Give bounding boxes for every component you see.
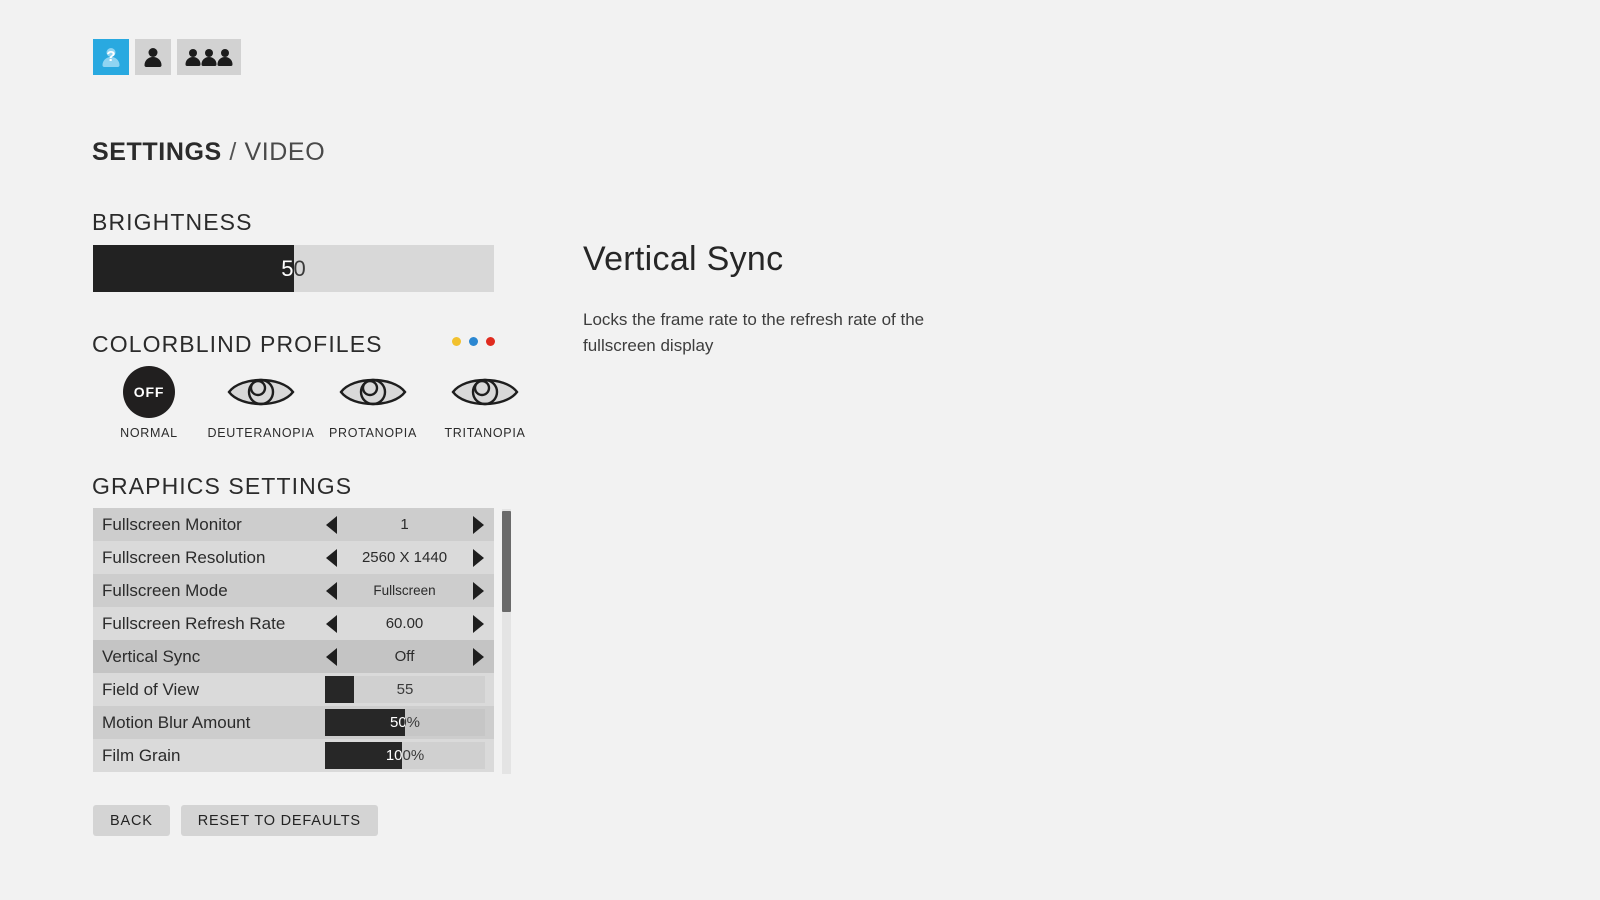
settings-slider[interactable]: 100%100% (325, 742, 485, 769)
colorblind-profile-tritanopia[interactable]: TRITANOPIA (429, 365, 541, 440)
settings-row[interactable]: Film Grain 100%100% (93, 739, 494, 772)
brightness-value-clip: 50 (93, 245, 294, 292)
off-circle-icon: OFF (123, 366, 175, 418)
chevron-left-icon[interactable] (322, 574, 340, 607)
chevron-left-icon[interactable] (322, 607, 340, 640)
dot-blue (469, 337, 478, 346)
settings-row-label: Fullscreen Refresh Rate (102, 613, 286, 633)
colorblind-profile-protanopia[interactable]: PROTANOPIA (317, 365, 429, 440)
player-group-three[interactable] (177, 39, 241, 75)
bottom-button-bar: BACK RESET TO DEFAULTS (93, 805, 378, 836)
graphics-settings-list: Fullscreen Monitor 1 Fullscreen Resolution… (93, 508, 494, 772)
settings-slider-value-clip: 100% (325, 742, 402, 769)
colorblind-heading: COLORBLIND PROFILES (92, 331, 383, 357)
colorblind-profiles: OFF NORMAL DEUTERANOPIA PROTANOPIA TRITANOPI… (93, 365, 541, 440)
settings-row[interactable]: Fullscreen Mode Fullscreen (93, 574, 494, 607)
reset-to-defaults-button[interactable]: RESET TO DEFAULTS (180, 805, 378, 836)
settings-stepper: Off (322, 640, 487, 673)
chevron-left-icon[interactable] (322, 541, 340, 574)
player-bar: ? (93, 39, 241, 75)
brightness-value-dark: 50 (281, 256, 294, 281)
chevron-right-icon[interactable] (469, 541, 487, 574)
settings-row-value: Off (394, 648, 415, 665)
settings-slider[interactable]: 5555 (325, 676, 485, 703)
detail-description: Locks the frame rate to the refresh rate… (583, 310, 925, 355)
brightness-slider[interactable]: 50 50 (93, 245, 494, 292)
player-slot-single[interactable] (135, 39, 171, 75)
settings-row[interactable]: Vertical Sync Off (93, 640, 494, 673)
breadcrumb: SETTINGS / VIDEO (92, 138, 325, 167)
chevron-right-icon[interactable] (469, 607, 487, 640)
settings-row-label: Field of View (102, 679, 200, 699)
colorblind-profile-normal[interactable]: OFF NORMAL (93, 365, 205, 440)
settings-row-label: Fullscreen Resolution (102, 547, 266, 567)
settings-row[interactable]: Field of View 5555 (93, 673, 494, 706)
settings-slider-value-inverse: 55 (325, 676, 354, 703)
breadcrumb-current: VIDEO (244, 138, 326, 166)
settings-stepper: Fullscreen (322, 574, 487, 607)
settings-slider-value-clip: 50% (325, 709, 405, 736)
brightness-heading: BRIGHTNESS (92, 209, 253, 235)
three-people-icon (217, 48, 233, 67)
eye-icon (339, 378, 407, 406)
colorblind-profile-label: DEUTERANOPIA (207, 426, 315, 440)
settings-stepper: 2560 X 1440 (322, 541, 487, 574)
colorblind-profile-label: NORMAL (120, 426, 178, 440)
settings-row-value: 1 (400, 516, 409, 533)
settings-slider[interactable]: 50%50% (325, 709, 485, 736)
settings-row-label: Fullscreen Mode (102, 580, 228, 600)
eye-icon (451, 378, 519, 406)
person-icon (144, 47, 162, 68)
eye-icon (227, 378, 295, 406)
colorblind-profile-label: TRITANOPIA (444, 426, 526, 440)
settings-row[interactable]: Fullscreen Resolution 2560 X 1440 (93, 541, 494, 574)
graphics-heading: GRAPHICS SETTINGS (92, 473, 353, 499)
chevron-right-icon[interactable] (469, 574, 487, 607)
detail-panel: Vertical Sync Locks the frame rate to th… (583, 240, 1013, 358)
colorblind-profile-deuteranopia[interactable]: DEUTERANOPIA (205, 365, 317, 440)
settings-row-label: Motion Blur Amount (102, 712, 251, 732)
settings-slider-value-inverse: 100% (385, 747, 402, 764)
three-people-icon (185, 48, 201, 67)
settings-slider-value-clip: 55 (325, 676, 354, 703)
breadcrumb-root[interactable]: SETTINGS (92, 138, 222, 166)
three-people-icon (201, 48, 217, 67)
chevron-right-icon[interactable] (469, 640, 487, 673)
back-button[interactable]: BACK (93, 805, 170, 836)
settings-row-label: Vertical Sync (102, 646, 201, 666)
settings-row-label: Film Grain (102, 745, 181, 765)
settings-row-label: Fullscreen Monitor (102, 514, 242, 534)
dot-red (486, 337, 495, 346)
chevron-left-icon[interactable] (322, 508, 340, 541)
player-slot-unknown[interactable]: ? (93, 39, 129, 75)
settings-row[interactable]: Motion Blur Amount 50%50% (93, 706, 494, 739)
scrollbar-thumb[interactable] (502, 511, 511, 612)
settings-row[interactable]: Fullscreen Monitor 1 (93, 508, 494, 541)
settings-row-value: 2560 X 1440 (361, 549, 448, 566)
dot-yellow (452, 337, 461, 346)
detail-title: Vertical Sync (583, 240, 784, 278)
person-question-icon: ? (102, 47, 120, 68)
settings-row-value: Fullscreen (373, 583, 436, 598)
settings-stepper: 60.00 (322, 607, 487, 640)
chevron-right-icon[interactable] (469, 508, 487, 541)
colorblind-dots (452, 337, 495, 346)
settings-slider-value-inverse: 50% (389, 714, 405, 731)
settings-row[interactable]: Fullscreen Refresh Rate 60.00 (93, 607, 494, 640)
breadcrumb-separator: / (221, 138, 245, 166)
settings-row-value: 60.00 (385, 615, 424, 632)
settings-stepper: 1 (322, 508, 487, 541)
chevron-left-icon[interactable] (322, 640, 340, 673)
colorblind-profile-label: PROTANOPIA (328, 426, 418, 440)
graphics-list-scrollbar[interactable] (502, 509, 511, 774)
